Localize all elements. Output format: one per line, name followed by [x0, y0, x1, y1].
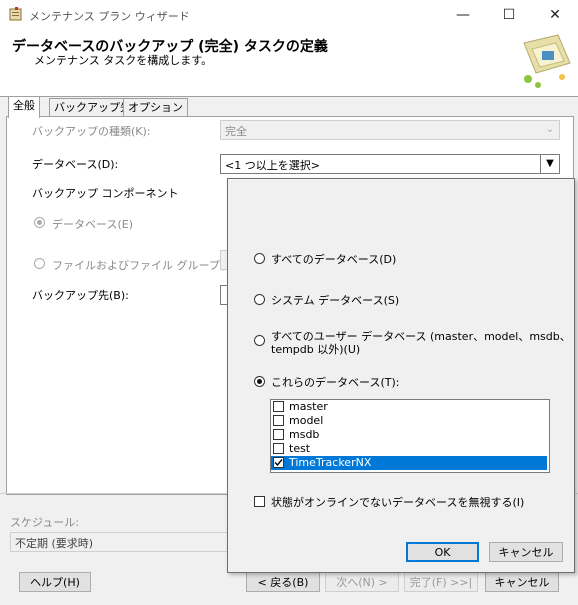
- wizard-graphic-icon: [518, 33, 574, 91]
- these-databases-radio[interactable]: [254, 376, 265, 387]
- user-databases-radio[interactable]: [254, 335, 265, 346]
- database-name: test: [289, 442, 311, 455]
- help-button[interactable]: ヘルプ(H): [19, 572, 91, 592]
- system-databases-label[interactable]: システム データベース(S): [271, 292, 399, 308]
- window-title: メンテナンス プラン ウィザード: [29, 10, 190, 23]
- database-value: <1 つ以上を選択>: [225, 159, 320, 172]
- list-item[interactable]: master: [271, 400, 547, 414]
- backup-component-label: バックアップ コンポーネント: [32, 187, 179, 200]
- popup-ok-button[interactable]: OK: [406, 542, 479, 562]
- ignore-offline-checkbox[interactable]: [254, 496, 265, 507]
- dropdown-arrow-icon[interactable]: ▼: [540, 155, 559, 173]
- close-button[interactable]: ✕: [532, 0, 578, 30]
- schedule-field: 不定期 (要求時): [10, 532, 242, 552]
- back-button[interactable]: < 戻る(B): [246, 572, 320, 592]
- tab-options[interactable]: オプション: [123, 98, 188, 117]
- database-name: msdb: [289, 428, 320, 441]
- system-databases-radio[interactable]: [254, 294, 265, 305]
- list-item[interactable]: TimeTrackerNX: [271, 456, 547, 470]
- schedule-label: スケジュール:: [10, 516, 79, 529]
- all-databases-radio[interactable]: [254, 253, 265, 264]
- database-name: model: [289, 414, 324, 427]
- checkbox[interactable]: [273, 415, 284, 426]
- backup-to-label: バックアップ先(B):: [32, 289, 129, 302]
- checkbox[interactable]: [273, 443, 284, 454]
- backup-type-combo: 完全 ⌄: [220, 120, 560, 140]
- database-listbox[interactable]: master model msdb test TimeTrackerNX: [270, 399, 550, 473]
- finish-button: 完了(F) >>|: [404, 572, 478, 592]
- chevron-down-icon: ⌄: [545, 124, 555, 135]
- popup-cancel-button[interactable]: キャンセル: [489, 542, 563, 562]
- database-combo[interactable]: <1 つ以上を選択> ▼: [220, 154, 560, 174]
- database-name: master: [289, 400, 328, 413]
- user-databases-label-cont[interactable]: tempdb 以外)(U): [271, 341, 360, 357]
- checkbox-checked[interactable]: [273, 457, 284, 468]
- tab-general[interactable]: 全般: [8, 96, 40, 118]
- component-database-label: データベース(E): [52, 218, 133, 231]
- these-databases-label[interactable]: これらのデータベース(T):: [271, 374, 399, 390]
- checkmark-icon: [274, 459, 283, 467]
- ignore-offline-label[interactable]: 状態がオンラインでないデータベースを無視する(I): [271, 494, 524, 510]
- all-databases-label[interactable]: すべてのデータベース(D): [271, 251, 396, 267]
- next-button: 次へ(N) >: [325, 572, 399, 592]
- list-item[interactable]: model: [271, 414, 547, 428]
- maximize-button[interactable]: ☐: [486, 0, 532, 30]
- database-selection-popup: すべてのデータベース(D) システム データベース(S) すべてのユーザー デー…: [227, 178, 575, 573]
- app-icon: [9, 7, 23, 21]
- cancel-button[interactable]: キャンセル: [485, 572, 559, 592]
- backup-type-value: 完全: [225, 125, 247, 138]
- database-name: TimeTrackerNX: [289, 456, 372, 469]
- list-item[interactable]: test: [271, 442, 547, 456]
- list-item[interactable]: msdb: [271, 428, 547, 442]
- checkbox[interactable]: [273, 429, 284, 440]
- backup-type-label: バックアップの種類(K):: [32, 125, 151, 138]
- database-label: データベース(D):: [32, 158, 119, 171]
- component-files-radio: [34, 258, 45, 269]
- minimize-button[interactable]: —: [440, 0, 486, 30]
- page-subtitle: メンテナンス タスクを構成します。: [34, 54, 213, 67]
- schedule-value: 不定期 (要求時): [15, 537, 94, 550]
- component-files-label: ファイルおよびファイル グループ(G):: [52, 259, 241, 272]
- checkbox[interactable]: [273, 401, 284, 412]
- component-database-radio: [34, 217, 45, 228]
